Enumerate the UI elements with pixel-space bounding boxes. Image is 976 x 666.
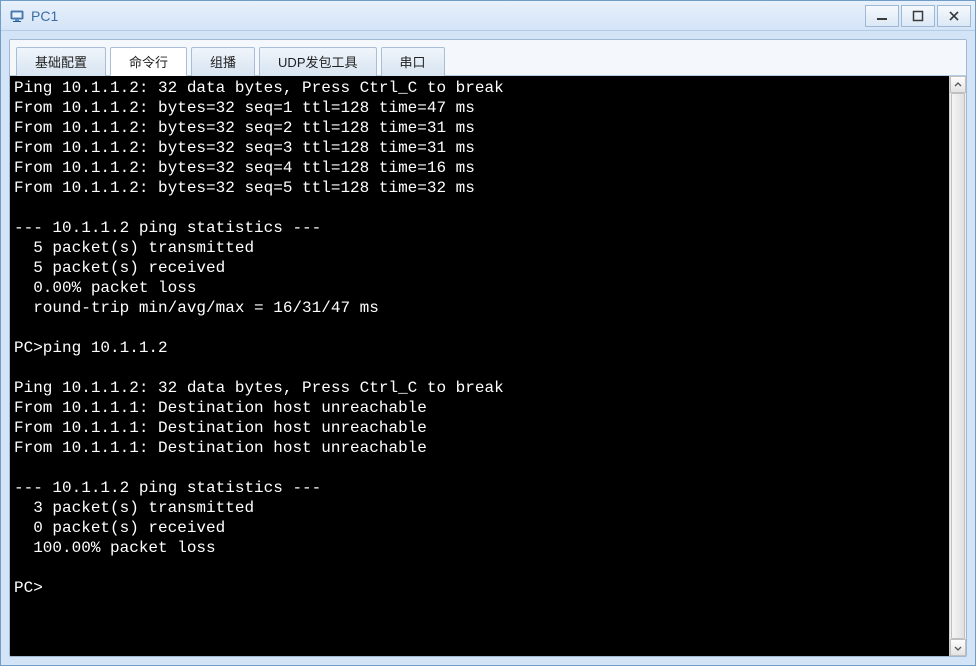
maximize-button[interactable] [901, 5, 935, 27]
minimize-icon [876, 10, 888, 22]
tab-serial[interactable]: 串口 [381, 47, 445, 76]
tab-multicast[interactable]: 组播 [191, 47, 255, 76]
chevron-up-icon [954, 81, 962, 89]
tab-basic-config[interactable]: 基础配置 [16, 47, 106, 76]
tab-udp-tool[interactable]: UDP发包工具 [259, 47, 376, 76]
content-frame: 基础配置 命令行 组播 UDP发包工具 串口 Ping 10.1.1.2: 32… [9, 39, 967, 657]
tab-command-line[interactable]: 命令行 [110, 47, 187, 76]
titlebar[interactable]: PC1 [1, 1, 975, 31]
scrollbar[interactable] [949, 76, 966, 656]
terminal-container: Ping 10.1.1.2: 32 data bytes, Press Ctrl… [10, 76, 966, 656]
terminal-output[interactable]: Ping 10.1.1.2: 32 data bytes, Press Ctrl… [10, 76, 949, 656]
chevron-down-icon [954, 644, 962, 652]
app-icon [9, 8, 25, 24]
scrollbar-thumb[interactable] [951, 93, 965, 639]
client-area: 基础配置 命令行 组播 UDP发包工具 串口 Ping 10.1.1.2: 32… [1, 31, 975, 665]
close-button[interactable] [937, 5, 971, 27]
minimize-button[interactable] [865, 5, 899, 27]
close-icon [948, 10, 960, 22]
scroll-up-button[interactable] [950, 76, 966, 93]
app-window: PC1 基础配置 命令行 组播 UDP发包工具 串口 Ping 10.1.1.2 [0, 0, 976, 666]
maximize-icon [912, 10, 924, 22]
scroll-down-button[interactable] [950, 639, 966, 656]
window-controls [863, 5, 971, 27]
scrollbar-track[interactable] [950, 93, 966, 639]
tab-bar: 基础配置 命令行 组播 UDP发包工具 串口 [10, 40, 966, 76]
window-title: PC1 [31, 8, 863, 24]
